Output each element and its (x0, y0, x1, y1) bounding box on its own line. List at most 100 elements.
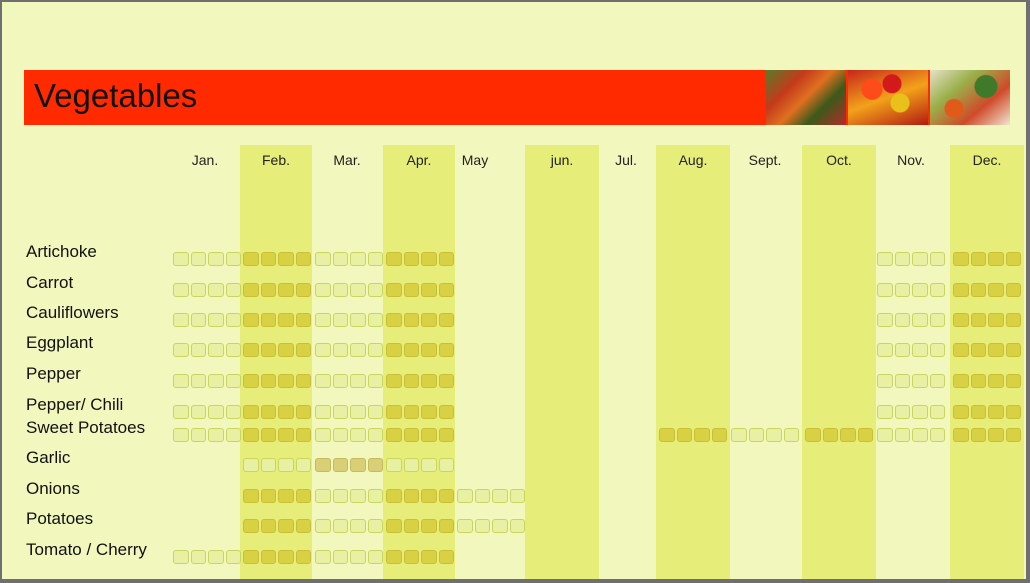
availability-block (208, 550, 224, 564)
availability-cell (243, 343, 311, 357)
availability-cell (243, 374, 311, 388)
availability-block (295, 550, 311, 564)
availability-block (438, 458, 454, 472)
availability-cell (386, 252, 454, 266)
availability-block (350, 428, 366, 442)
availability-block (295, 313, 311, 327)
availability-block (350, 405, 366, 419)
availability-block (295, 343, 311, 357)
availability-cell (315, 374, 383, 388)
availability-cell (315, 252, 383, 266)
availability-block (912, 313, 928, 327)
availability-block (278, 550, 294, 564)
availability-block (386, 252, 402, 266)
availability-block (988, 313, 1004, 327)
availability-cell (386, 405, 454, 419)
availability-block (190, 405, 206, 419)
availability-block (403, 252, 419, 266)
availability-block (386, 405, 402, 419)
availability-block (350, 458, 366, 472)
availability-block (243, 374, 259, 388)
availability-block (278, 313, 294, 327)
availability-block (438, 283, 454, 297)
availability-block (225, 550, 241, 564)
availability-block (315, 519, 331, 533)
availability-block (295, 283, 311, 297)
availability-block (912, 428, 928, 442)
availability-block (315, 550, 331, 564)
availability-block (225, 283, 241, 297)
availability-block (509, 519, 525, 533)
availability-cell (315, 283, 383, 297)
availability-block (438, 428, 454, 442)
availability-block (386, 428, 402, 442)
availability-block (260, 458, 276, 472)
availability-block (953, 252, 969, 266)
availability-block (421, 374, 437, 388)
availability-block (1005, 343, 1021, 357)
availability-cell (386, 374, 454, 388)
availability-block (386, 519, 402, 533)
availability-block (278, 489, 294, 503)
availability-block (260, 405, 276, 419)
availability-block (403, 313, 419, 327)
availability-block (1005, 428, 1021, 442)
availability-block (367, 283, 383, 297)
title-banner: Vegetables (24, 70, 1010, 125)
availability-cell (243, 428, 311, 442)
availability-block (260, 428, 276, 442)
availability-block (953, 343, 969, 357)
availability-block (190, 252, 206, 266)
availability-block (970, 343, 986, 357)
availability-block (260, 374, 276, 388)
availability-block (877, 374, 893, 388)
availability-block (929, 405, 945, 419)
availability-cell (243, 313, 311, 327)
availability-block (190, 428, 206, 442)
availability-block (315, 458, 331, 472)
availability-block (421, 489, 437, 503)
availability-block (403, 283, 419, 297)
availability-cell (953, 252, 1021, 266)
availability-block (421, 283, 437, 297)
availability-block (857, 428, 873, 442)
availability-cell (953, 313, 1021, 327)
availability-block (278, 374, 294, 388)
availability-block (278, 252, 294, 266)
availability-block (421, 458, 437, 472)
availability-block (970, 428, 986, 442)
availability-block (332, 283, 348, 297)
availability-block (350, 283, 366, 297)
month-column-shade (656, 145, 730, 579)
availability-block (912, 343, 928, 357)
availability-block (840, 428, 856, 442)
availability-block (350, 313, 366, 327)
vegetable-label: Sweet Potatoes (26, 418, 146, 437)
month-header: Jan. (191, 152, 219, 168)
availability-block (988, 428, 1004, 442)
availability-block (225, 428, 241, 442)
availability-cell (243, 489, 311, 503)
availability-block (295, 458, 311, 472)
availability-cell (315, 519, 383, 533)
availability-block (315, 313, 331, 327)
availability-block (332, 313, 348, 327)
availability-block (403, 519, 419, 533)
availability-block (1005, 405, 1021, 419)
vegetable-label: Artichoke (26, 242, 97, 261)
availability-cell (731, 428, 799, 442)
vegetable-label: Potatoes (26, 509, 94, 528)
availability-block (912, 374, 928, 388)
vegetable-label: Garlic (26, 448, 71, 467)
availability-block (173, 405, 189, 419)
availability-block (350, 343, 366, 357)
month-column-shade (950, 145, 1024, 579)
availability-block (278, 458, 294, 472)
availability-block (243, 405, 259, 419)
availability-block (1005, 374, 1021, 388)
availability-block (243, 343, 259, 357)
availability-block (929, 343, 945, 357)
month-header: Nov. (897, 152, 925, 168)
availability-block (912, 252, 928, 266)
availability-block (386, 489, 402, 503)
